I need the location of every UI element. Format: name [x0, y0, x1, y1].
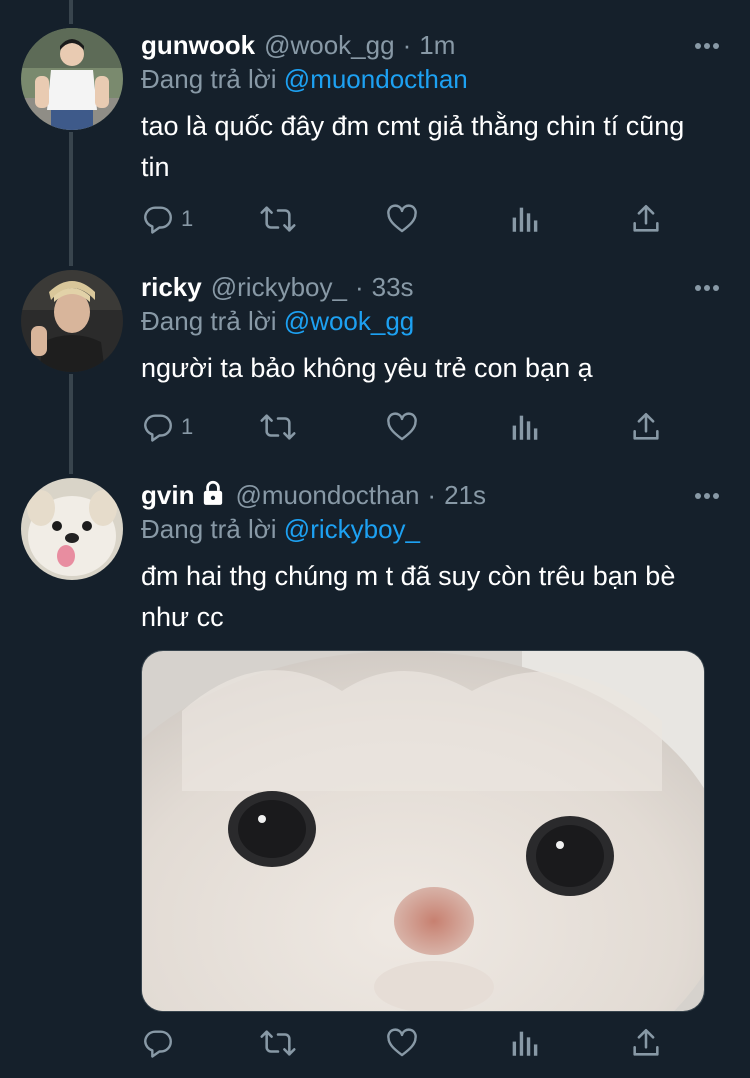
like-icon — [387, 1028, 417, 1057]
display-name[interactable]: gvin — [141, 480, 194, 511]
like-button[interactable] — [385, 1026, 419, 1060]
analytics-button[interactable] — [507, 410, 541, 444]
analytics-button[interactable] — [507, 202, 541, 236]
like-button[interactable] — [385, 410, 419, 444]
reply-count: 1 — [181, 206, 194, 231]
separator-dot: · — [402, 29, 412, 60]
avatar-gvin[interactable] — [21, 478, 123, 580]
like-icon — [387, 204, 417, 233]
like-button[interactable] — [385, 202, 419, 236]
retweet-button[interactable] — [259, 410, 297, 444]
thread-connector — [69, 0, 73, 24]
mention-link[interactable]: @muondocthan — [284, 64, 468, 94]
tweet-actions: 1 — [141, 202, 681, 236]
retweet-button[interactable] — [259, 202, 297, 236]
tweet-header: gunwook @wook_gg · 1m — [141, 28, 455, 62]
retweet-icon — [260, 1030, 296, 1056]
tweet-actions: 1 — [141, 410, 681, 444]
tweet-media-image[interactable] — [141, 650, 705, 1012]
reply-icon — [144, 1030, 172, 1058]
timestamp[interactable]: 33s — [372, 272, 414, 303]
tweet-thread: gunwook @wook_gg · 1m Đang trả lời @muon… — [0, 0, 750, 1078]
replying-label: Đang trả lời — [141, 514, 277, 544]
separator-dot: · — [354, 271, 364, 302]
more-icon[interactable] — [694, 36, 720, 56]
tweet-text: đm hai thg chúng m t đã suy còn trêu bạn… — [141, 561, 676, 632]
avatar-ricky[interactable] — [21, 270, 123, 372]
tweet-header: gvin @muondocthan · 21s — [141, 478, 486, 512]
more-icon[interactable] — [694, 278, 720, 298]
share-button[interactable] — [629, 410, 663, 444]
reply-button[interactable]: 1 — [141, 202, 193, 236]
more-icon[interactable] — [694, 486, 720, 506]
display-name[interactable]: ricky — [141, 272, 202, 303]
reply-icon — [144, 414, 172, 442]
share-icon — [633, 204, 659, 232]
replying-to: Đang trả lời @muondocthan — [141, 64, 468, 95]
share-icon — [633, 412, 659, 440]
mention-link[interactable]: @rickyboy_ — [284, 514, 420, 544]
tweet-actions — [141, 1026, 681, 1060]
mention-link[interactable]: @wook_gg — [284, 306, 414, 336]
reply-button[interactable] — [141, 1026, 181, 1060]
replying-to: Đang trả lời @rickyboy_ — [141, 514, 420, 545]
analytics-button[interactable] — [507, 1026, 541, 1060]
separator-dot: · — [427, 479, 437, 510]
replying-to: Đang trả lời @wook_gg — [141, 306, 414, 337]
timestamp[interactable]: 21s — [444, 480, 486, 511]
analytics-icon — [512, 415, 538, 440]
timestamp[interactable]: 1m — [419, 30, 455, 61]
share-button[interactable] — [629, 202, 663, 236]
analytics-icon — [512, 207, 538, 232]
share-button[interactable] — [629, 1026, 663, 1060]
replying-label: Đang trả lời — [141, 64, 277, 94]
retweet-button[interactable] — [259, 1026, 297, 1060]
retweet-icon — [260, 414, 296, 440]
reply-icon — [144, 206, 172, 234]
user-handle[interactable]: @muondocthan — [235, 480, 419, 511]
avatar-gunwook[interactable] — [21, 28, 123, 130]
tweet-text: người ta bảo không yêu trẻ con bạn ạ — [141, 353, 593, 383]
lock-icon — [204, 480, 223, 505]
tweet-ricky[interactable]: ricky @rickyboy_ · 33s Đang trả lời @woo… — [0, 270, 750, 446]
replying-label: Đang trả lời — [141, 306, 277, 336]
like-icon — [387, 412, 417, 441]
tweet-gunwook[interactable]: gunwook @wook_gg · 1m Đang trả lời @muon… — [0, 28, 750, 244]
reply-button[interactable]: 1 — [141, 410, 193, 444]
share-icon — [633, 1028, 659, 1056]
user-handle[interactable]: @wook_gg — [264, 30, 394, 61]
retweet-icon — [260, 206, 296, 232]
display-name[interactable]: gunwook — [141, 30, 255, 61]
analytics-icon — [512, 1031, 538, 1056]
tweet-text: tao là quốc đây đm cmt giả thằng chin tí… — [141, 111, 685, 182]
reply-count: 1 — [181, 414, 194, 439]
user-handle[interactable]: @rickyboy_ — [211, 272, 347, 303]
tweet-header: ricky @rickyboy_ · 33s — [141, 270, 414, 304]
